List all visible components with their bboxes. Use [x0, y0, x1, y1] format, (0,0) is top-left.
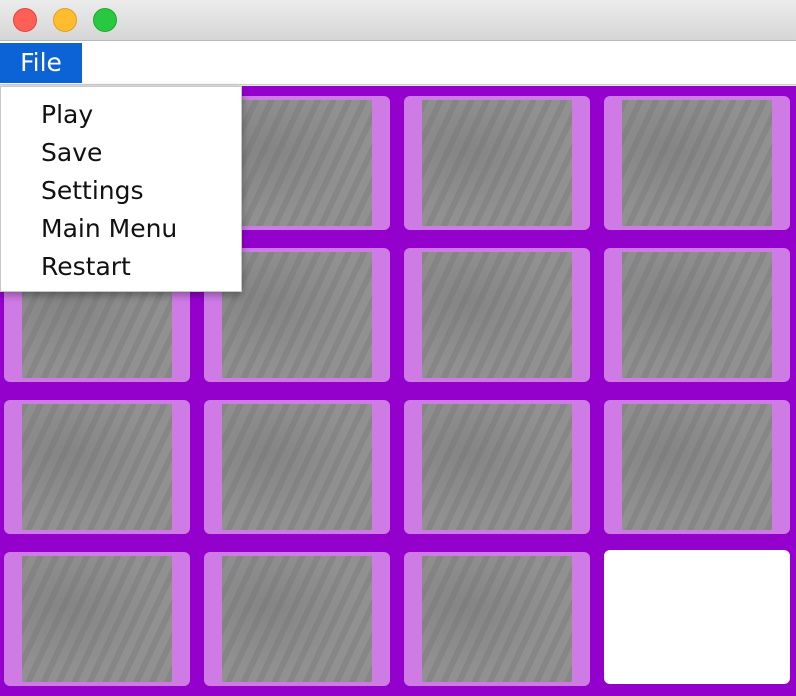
- menu-item-restart[interactable]: Restart: [41, 248, 131, 286]
- puzzle-tile[interactable]: [604, 96, 790, 230]
- tile-image: [622, 100, 772, 226]
- puzzle-tile[interactable]: [204, 552, 390, 686]
- tile-image: [222, 100, 372, 226]
- menu-item-play[interactable]: Play: [41, 96, 93, 134]
- puzzle-tile[interactable]: [404, 400, 590, 534]
- tile-image: [222, 252, 372, 378]
- tile-image: [22, 556, 172, 682]
- puzzle-tile[interactable]: [404, 248, 590, 382]
- tile-image: [622, 404, 772, 530]
- menu-item-settings[interactable]: Settings: [41, 172, 144, 210]
- puzzle-tile[interactable]: [4, 400, 190, 534]
- blank-tile[interactable]: [604, 550, 790, 684]
- tile-image: [422, 556, 572, 682]
- app-window: File Play Save Settings Main Menu Restar…: [0, 0, 796, 696]
- tile-image: [622, 252, 772, 378]
- file-dropdown-menu: Play Save Settings Main Menu Restart: [0, 86, 242, 292]
- puzzle-tile[interactable]: [4, 552, 190, 686]
- tile-image: [422, 404, 572, 530]
- minimize-window-button[interactable]: [53, 8, 77, 32]
- puzzle-tile[interactable]: [604, 248, 790, 382]
- puzzle-tile[interactable]: [404, 96, 590, 230]
- puzzle-tile[interactable]: [404, 552, 590, 686]
- tile-image: [222, 556, 372, 682]
- menu-item-main-menu[interactable]: Main Menu: [41, 210, 177, 248]
- tile-image: [422, 252, 572, 378]
- maximize-window-button[interactable]: [93, 8, 117, 32]
- menu-item-save[interactable]: Save: [41, 134, 102, 172]
- tile-image: [222, 404, 372, 530]
- tile-image: [22, 404, 172, 530]
- puzzle-tile[interactable]: [604, 400, 790, 534]
- menu-bar: File: [0, 41, 796, 85]
- tile-image: [422, 100, 572, 226]
- close-window-button[interactable]: [13, 8, 37, 32]
- title-bar: [0, 0, 796, 41]
- file-menu[interactable]: File: [0, 43, 82, 83]
- puzzle-tile[interactable]: [204, 400, 390, 534]
